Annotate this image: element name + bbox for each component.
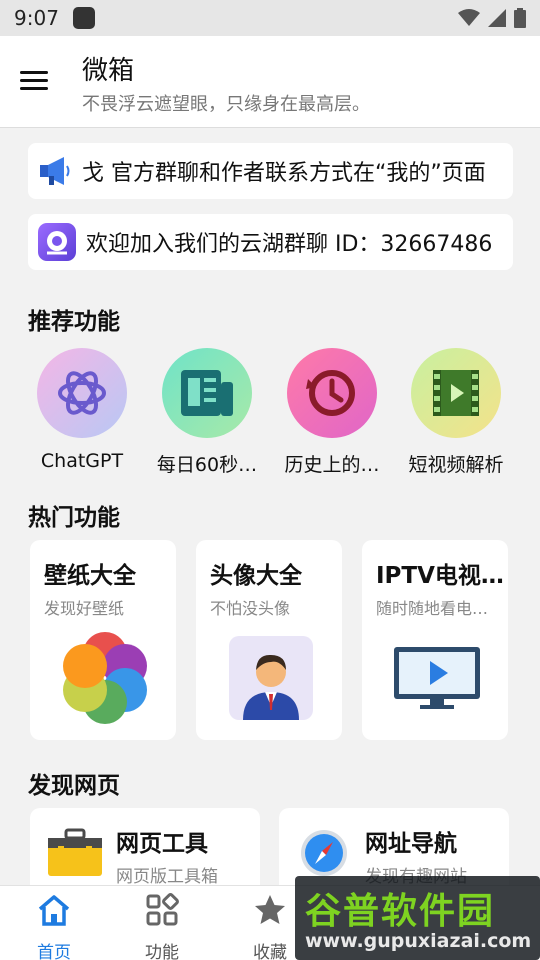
hot-card-subtitle: 发现好壁纸 (44, 599, 125, 618)
watermark-url: www.gupuxiazai.com (305, 930, 532, 952)
web-card-title: 网页工具 (116, 831, 208, 857)
grid-icon (146, 893, 179, 926)
recommended-section-title: 推荐功能 (28, 309, 120, 335)
group-chat-banner[interactable]: 欢迎加入我们的云湖群聊 ID：32667486 (28, 214, 513, 270)
app-bar: 微箱 不畏浮云遮望眼，只缘身在最高层。 (0, 36, 540, 128)
notification-app-icon (72, 7, 95, 29)
nav-label: 功能 (145, 943, 179, 960)
rec-label: 短视频解析 (408, 454, 504, 476)
announcement-text: 戈 官方群聊和作者联系方式在“我的”页面 (82, 161, 486, 186)
app-subtitle: 不畏浮云遮望眼，只缘身在最高层。 (82, 94, 370, 115)
web-card-title: 网址导航 (365, 831, 457, 857)
tv-icon (382, 630, 492, 725)
watermark-title: 谷普软件园 (305, 891, 496, 932)
rec-item-daily-news[interactable]: 每日60秒… (147, 348, 267, 477)
rec-label: ChatGPT (40, 450, 124, 472)
group-chat-text: 欢迎加入我们的云湖群聊 ID：32667486 (86, 232, 493, 257)
rec-item-history-today[interactable]: 历史上的… (272, 348, 392, 477)
hot-card-title: 壁纸大全 (44, 563, 136, 589)
hot-card-subtitle: 不怕没头像 (210, 599, 291, 618)
hot-card-iptv[interactable]: IPTV电视… 随时随地看电… (362, 540, 508, 740)
wifi-icon (458, 9, 480, 26)
nav-tab-functions[interactable]: 功能 (122, 892, 202, 960)
hot-section-title: 热门功能 (28, 505, 120, 531)
app-title: 微箱 (82, 56, 135, 86)
hot-card-avatar[interactable]: 头像大全 不怕没头像 (196, 540, 342, 740)
home-icon (38, 895, 70, 926)
status-bar: 9:07 (0, 0, 540, 36)
chatgpt-icon (37, 348, 127, 438)
status-time: 9:07 (14, 6, 59, 30)
toolbox-icon (48, 828, 102, 876)
nav-label: 首页 (37, 943, 71, 960)
hot-card-wallpaper[interactable]: 壁纸大全 发现好壁纸 (30, 540, 176, 740)
rec-item-chatgpt[interactable]: ChatGPT (22, 348, 142, 472)
yunhu-logo-icon (38, 223, 76, 261)
status-icons (458, 8, 526, 28)
hot-card-title: 头像大全 (210, 563, 302, 589)
discover-section-title: 发现网页 (28, 773, 120, 799)
nav-tab-home[interactable]: 首页 (14, 892, 94, 960)
wallpaper-icon (50, 630, 160, 725)
menu-icon[interactable] (20, 66, 56, 98)
hot-card-title: IPTV电视… (376, 563, 504, 589)
rec-item-video-parse[interactable]: 短视频解析 (396, 348, 516, 477)
announcement-banner[interactable]: 戈 官方群聊和作者联系方式在“我的”页面 (28, 143, 513, 199)
video-icon (411, 348, 501, 438)
star-icon (255, 895, 285, 924)
battery-icon (514, 8, 526, 28)
compass-icon (301, 830, 347, 876)
avatar-icon (216, 630, 326, 725)
rec-label: 历史上的… (284, 454, 380, 476)
web-card-subtitle: 网页版工具箱 (116, 867, 218, 887)
watermark: 谷普软件园 www.gupuxiazai.com (295, 876, 540, 960)
history-icon (287, 348, 377, 438)
hot-card-subtitle: 随时随地看电… (376, 599, 489, 618)
megaphone-icon (40, 157, 70, 185)
signal-icon (488, 9, 506, 27)
newspaper-icon (162, 348, 252, 438)
rec-label: 每日60秒… (156, 454, 258, 476)
